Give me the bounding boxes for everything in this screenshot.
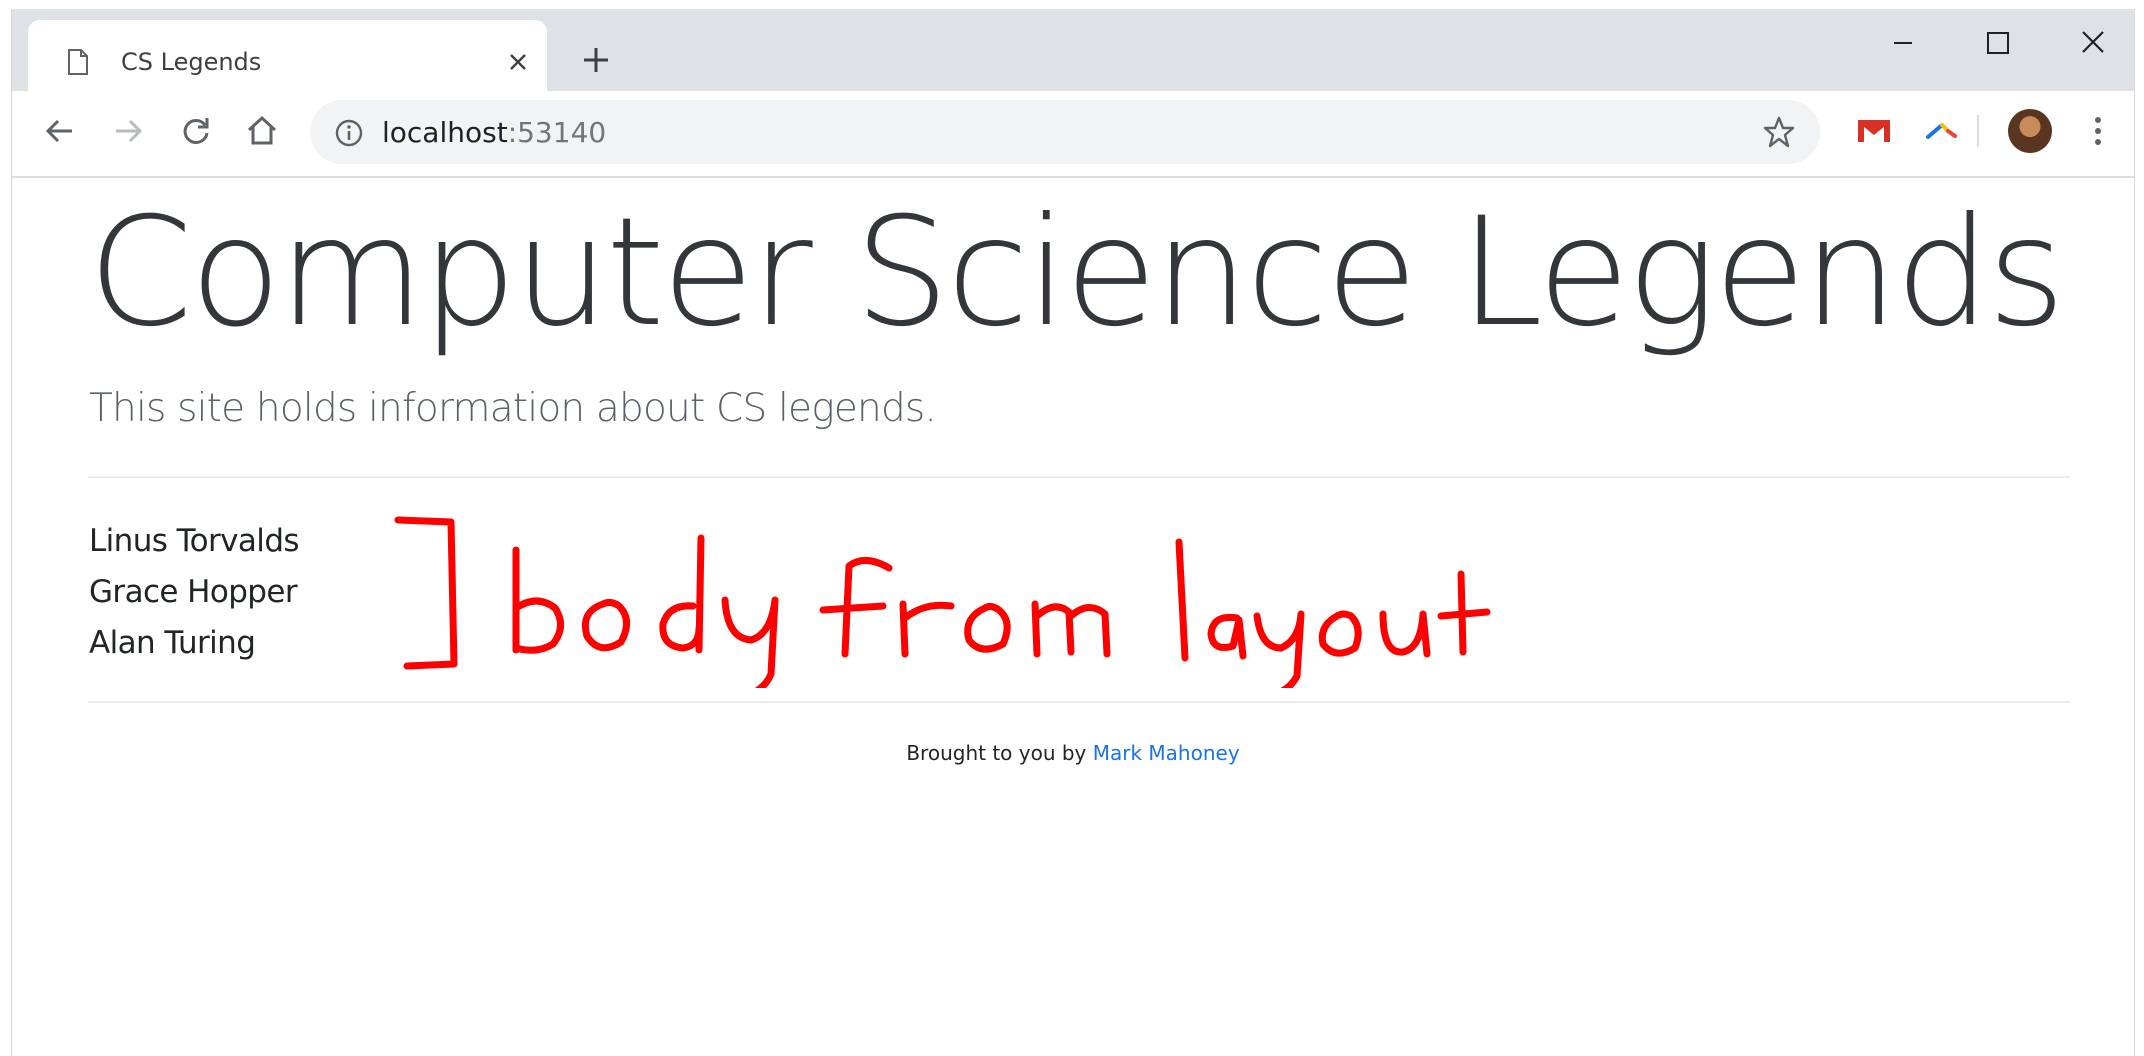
- page-content: Computer Science Legends This site holds…: [12, 178, 2134, 1056]
- extension-icon[interactable]: [1922, 110, 1962, 150]
- footer: Brought to you by Mark Mahoney: [12, 741, 2134, 765]
- divider-bottom: [88, 701, 2070, 703]
- footer-text: Brought to you by: [906, 741, 1087, 765]
- address-bar[interactable]: localhost:53140: [310, 100, 1820, 164]
- list-item: Linus Torvalds: [89, 523, 300, 559]
- avatar[interactable]: [2008, 109, 2052, 153]
- info-icon[interactable]: [334, 118, 364, 148]
- back-arrow-icon[interactable]: [42, 113, 78, 149]
- close-icon[interactable]: [504, 48, 532, 76]
- url-host: localhost: [382, 116, 508, 149]
- maximize-icon[interactable]: [1974, 25, 2020, 61]
- minimize-icon[interactable]: [1880, 25, 1926, 61]
- page-icon: [68, 49, 88, 75]
- page-title: Computer Science Legends: [88, 186, 2065, 360]
- list-item: Grace Hopper: [89, 574, 298, 610]
- forward-arrow-icon[interactable]: [110, 113, 146, 149]
- url-port: :53140: [507, 116, 607, 149]
- menu-dots-icon[interactable]: [2090, 113, 2106, 149]
- legends-list: Linus Torvalds Grace Hopper Alan Turing: [89, 516, 300, 669]
- window-close-icon[interactable]: [2070, 25, 2116, 61]
- reload-icon[interactable]: [178, 113, 214, 149]
- star-icon[interactable]: [1762, 115, 1796, 149]
- browser-toolbar: localhost:53140: [12, 91, 2134, 178]
- gmail-icon[interactable]: [1854, 110, 1894, 150]
- browser-window: CS Legends localhost:53140 Computer Scie…: [11, 9, 2135, 1056]
- url-text[interactable]: localhost:53140: [382, 116, 606, 149]
- handwritten-annotation: [394, 516, 1491, 688]
- tab-cs-legends[interactable]: CS Legends: [28, 20, 547, 91]
- divider-top: [88, 476, 2070, 478]
- home-icon[interactable]: [244, 113, 280, 149]
- toolbar-separator: [1977, 115, 1979, 147]
- page-lead: This site holds information about CS leg…: [89, 386, 937, 431]
- list-item: Alan Turing: [89, 625, 256, 661]
- author-link[interactable]: Mark Mahoney: [1093, 741, 1240, 765]
- tab-strip: CS Legends: [12, 9, 2134, 91]
- plus-icon[interactable]: [579, 43, 613, 77]
- tab-title: CS Legends: [121, 48, 262, 76]
